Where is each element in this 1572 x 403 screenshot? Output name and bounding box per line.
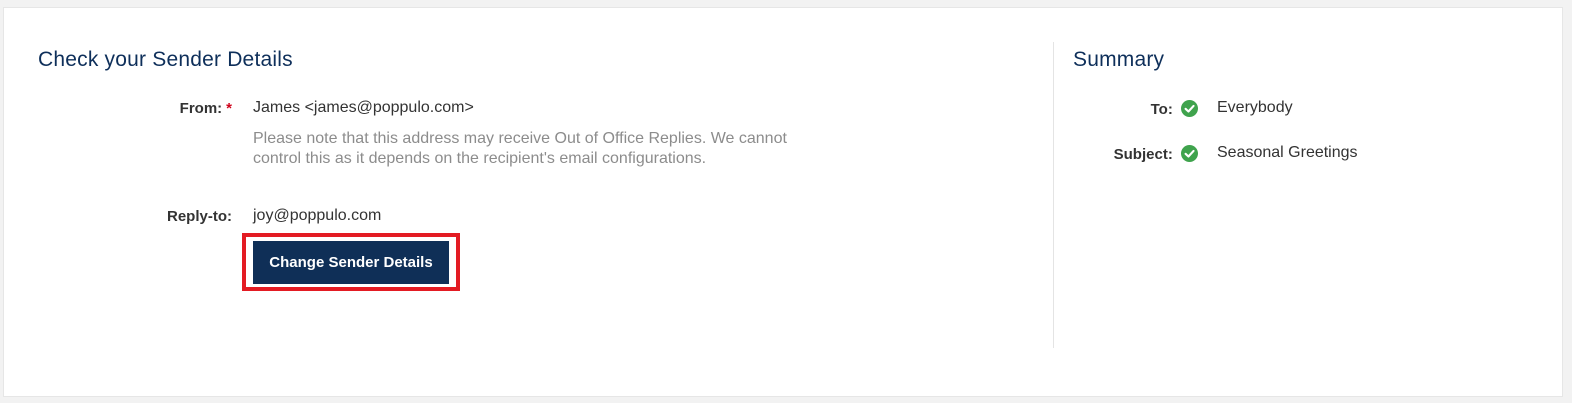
summary-item-subject-label-group: Subject:: [1114, 145, 1198, 163]
summary-item-value: Everybody: [1217, 99, 1293, 116]
summary-item-value: Seasonal Greetings: [1217, 144, 1358, 161]
change-sender-details-button[interactable]: Change Sender Details: [253, 241, 449, 284]
required-marker: *: [226, 100, 232, 117]
summary-item-label: Subject:: [1113, 146, 1173, 163]
reply-to-value: joy@poppulo.com: [253, 207, 382, 224]
sender-details-card: Check your Sender Details From: * James <…: [3, 7, 1563, 397]
sender-details-title: Check your Sender Details: [38, 48, 293, 71]
summary-item-label: To:: [1150, 101, 1173, 118]
reply-to-label: Reply-to:: [167, 208, 232, 225]
sender-details-panel: Check your Sender Details From: * James <…: [4, 8, 1054, 396]
from-label: From:: [179, 100, 223, 117]
check-circle-icon: [1181, 145, 1198, 162]
summary-item-to-label-group: To:: [1151, 100, 1198, 118]
out-of-office-note: Please note that this address may receiv…: [253, 130, 787, 167]
from-label-group: From: *: [180, 100, 232, 117]
check-circle-icon: [1181, 100, 1198, 117]
from-value: James <james@poppulo.com>: [253, 99, 474, 116]
summary-panel: Summary To: Everybody Subject: Seasonal …: [1054, 8, 1564, 396]
summary-title: Summary: [1073, 48, 1165, 71]
